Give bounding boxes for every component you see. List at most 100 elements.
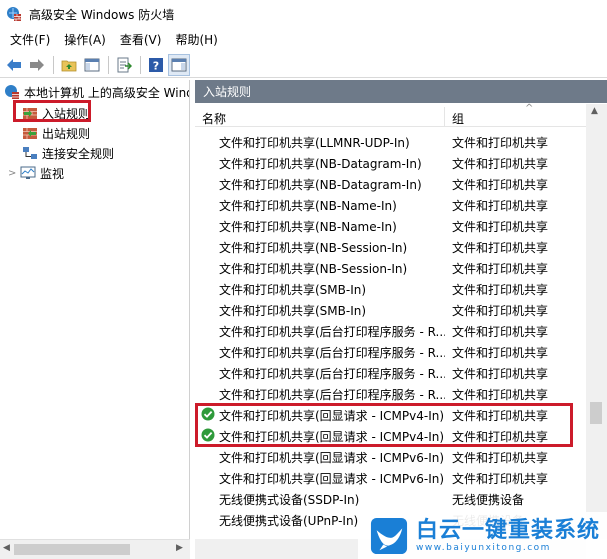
help-icon: ? xyxy=(149,57,163,72)
firewall-root-icon xyxy=(5,85,19,99)
tree-root-label: 本地计算机 上的高级安全 Windows 防火墙 xyxy=(24,85,189,100)
rule-name: 文件和打印机共享(NB-Session-In) xyxy=(219,262,408,276)
rule-name: 无线便携式设备(SSDP-In) xyxy=(219,493,360,507)
rule-group: 文件和打印机共享 xyxy=(452,241,549,255)
table-row[interactable]: 文件和打印机共享(回显请求 - ICMPv6-In) 文件和打印机共享 xyxy=(195,446,591,467)
rule-name: 文件和打印机共享(回显请求 - ICMPv6-In) xyxy=(219,451,445,465)
pane-header: 入站规则 xyxy=(195,80,607,103)
back-button[interactable] xyxy=(3,54,25,76)
monitor-icon xyxy=(20,166,36,179)
toolbar: ? xyxy=(0,52,607,78)
rule-name: 文件和打印机共享(后台打印程序服务 - R... xyxy=(219,388,445,402)
tree-item-connection-security-rules[interactable]: 连接安全规则 xyxy=(22,143,114,163)
rule-group: 文件和打印机共享 xyxy=(452,262,549,276)
column-header-name[interactable]: 名称 xyxy=(202,110,226,127)
show-hide-tree-icon xyxy=(84,58,100,71)
table-row[interactable]: 文件和打印机共享(LLMNR-UDP-In) 文件和打印机共享 xyxy=(195,131,591,152)
rule-group: 文件和打印机共享 xyxy=(452,283,549,297)
scroll-thumb[interactable] xyxy=(14,544,130,555)
scroll-up-arrow-icon[interactable]: ▲ xyxy=(591,106,598,116)
toolbar-separator xyxy=(140,55,141,74)
rule-name: 文件和打印机共享(NB-Datagram-In) xyxy=(219,178,422,192)
forward-button[interactable] xyxy=(26,54,48,76)
rule-group: 文件和打印机共享 xyxy=(452,367,549,381)
up-folder-icon xyxy=(61,60,77,71)
rule-name: 文件和打印机共享(后台打印程序服务 - R... xyxy=(219,346,445,360)
column-header-row: 名称 组 ^ xyxy=(195,103,591,127)
pane-title: 入站规则 xyxy=(203,85,252,99)
menu-action[interactable]: 操作(A) xyxy=(58,31,112,48)
table-row[interactable]: 文件和打印机共享(NB-Datagram-In) 文件和打印机共享 xyxy=(195,152,591,173)
scroll-left-arrow-icon[interactable]: ◀ xyxy=(3,543,10,553)
scroll-right-arrow-icon[interactable]: ▶ xyxy=(176,543,183,553)
table-row[interactable]: 文件和打印机共享(NB-Name-In) 文件和打印机共享 xyxy=(195,194,591,215)
rule-name: 文件和打印机共享(SMB-In) xyxy=(219,283,367,297)
up-one-level-button[interactable] xyxy=(58,54,80,76)
help-button[interactable]: ? xyxy=(145,54,167,76)
forward-arrow-icon xyxy=(30,58,44,71)
rule-group: 文件和打印机共享 xyxy=(452,199,549,213)
back-arrow-icon xyxy=(7,58,21,71)
menu-file[interactable]: 文件(F) xyxy=(4,31,56,48)
show-hide-action-pane-button[interactable] xyxy=(168,53,190,76)
sort-ascending-icon: ^ xyxy=(525,103,534,114)
console-tree: 本地计算机 上的高级安全 Windows 防火墙 入站规则 出站规则 连接安全规… xyxy=(0,80,190,539)
show-hide-tree-button[interactable] xyxy=(81,54,103,76)
title-bar: 高级安全 Windows 防火墙 xyxy=(0,0,607,28)
rule-group: 文件和打印机共享 xyxy=(452,451,549,465)
table-row[interactable]: 文件和打印机共享(后台打印程序服务 - R... 文件和打印机共享 xyxy=(195,320,591,341)
rule-group: 文件和打印机共享 xyxy=(452,388,549,402)
rule-name: 文件和打印机共享(后台打印程序服务 - R... xyxy=(219,325,445,339)
rule-group: 文件和打印机共享 xyxy=(452,304,549,318)
rule-name: 文件和打印机共享(NB-Datagram-In) xyxy=(219,157,422,171)
menu-help[interactable]: 帮助(H) xyxy=(169,31,223,48)
rule-name: 文件和打印机共享(NB-Name-In) xyxy=(219,220,397,234)
table-row[interactable]: 文件和打印机共享(回显请求 - ICMPv6-In) 文件和打印机共享 xyxy=(195,467,591,488)
svg-text:?: ? xyxy=(153,59,159,72)
column-divider[interactable] xyxy=(444,107,445,127)
rule-group: 文件和打印机共享 xyxy=(452,157,549,171)
menu-view[interactable]: 查看(V) xyxy=(114,31,168,48)
table-row[interactable]: 文件和打印机共享(后台打印程序服务 - R... 文件和打印机共享 xyxy=(195,362,591,383)
rule-group: 文件和打印机共享 xyxy=(452,136,549,150)
export-list-button[interactable] xyxy=(113,54,135,76)
table-row[interactable]: 文件和打印机共享(SMB-In) 文件和打印机共享 xyxy=(195,299,591,320)
tree-item-outbound-rules[interactable]: 出站规则 xyxy=(22,123,90,143)
window-title: 高级安全 Windows 防火墙 xyxy=(29,7,175,22)
table-row[interactable]: 文件和打印机共享(NB-Session-In) 文件和打印机共享 xyxy=(195,257,591,278)
outbound-rules-icon xyxy=(23,128,37,139)
firewall-app-icon xyxy=(7,7,21,21)
rules-vertical-scrollbar[interactable]: ▲ xyxy=(586,104,607,539)
rule-group: 文件和打印机共享 xyxy=(452,346,549,360)
rule-group: 文件和打印机共享 xyxy=(452,325,549,339)
bird-logo-icon xyxy=(370,517,408,554)
rule-name: 文件和打印机共享(NB-Name-In) xyxy=(219,199,397,213)
tree-item-label: 出站规则 xyxy=(42,126,91,141)
table-row[interactable]: 文件和打印机共享(NB-Datagram-In) 文件和打印机共享 xyxy=(195,173,591,194)
menu-bar: 文件(F) 操作(A) 查看(V) 帮助(H) xyxy=(0,28,607,50)
table-row[interactable]: 文件和打印机共享(NB-Session-In) 文件和打印机共享 xyxy=(195,236,591,257)
rule-group: 文件和打印机共享 xyxy=(452,472,549,486)
export-list-icon xyxy=(117,57,132,72)
toolbar-separator xyxy=(108,55,109,74)
show-hide-action-icon xyxy=(171,58,187,71)
tree-item-monitoring[interactable]: > 监视 xyxy=(8,163,64,183)
tree-horizontal-scrollbar[interactable]: ◀ ▶ xyxy=(0,539,190,559)
table-row[interactable]: 文件和打印机共享(SMB-In) 文件和打印机共享 xyxy=(195,278,591,299)
tree-root[interactable]: 本地计算机 上的高级安全 Windows 防火墙 xyxy=(4,82,189,102)
scroll-thumb[interactable] xyxy=(590,402,602,424)
selected-item-highlight xyxy=(13,100,91,122)
rule-name: 文件和打印机共享(后台打印程序服务 - R... xyxy=(219,367,445,381)
table-row[interactable]: 文件和打印机共享(后台打印程序服务 - R... 文件和打印机共享 xyxy=(195,341,591,362)
table-row[interactable]: 文件和打印机共享(NB-Name-In) 文件和打印机共享 xyxy=(195,215,591,236)
selected-rows-highlight xyxy=(195,403,573,447)
rule-name: 文件和打印机共享(SMB-In) xyxy=(219,304,367,318)
rule-group: 文件和打印机共享 xyxy=(452,220,549,234)
table-row[interactable]: 无线便携式设备(SSDP-In) 无线便携设备 xyxy=(195,488,591,509)
watermark: 白云一键重装系统 www.baiyunxitong.com xyxy=(358,512,607,559)
watermark-brand-name: 白云一键重装系统 xyxy=(416,517,601,543)
column-header-group[interactable]: 组 xyxy=(452,110,464,127)
expand-chevron-icon[interactable]: > xyxy=(8,168,18,179)
rule-name: 文件和打印机共享(NB-Session-In) xyxy=(219,241,408,255)
table-row[interactable]: 文件和打印机共享(后台打印程序服务 - R... 文件和打印机共享 xyxy=(195,383,591,404)
